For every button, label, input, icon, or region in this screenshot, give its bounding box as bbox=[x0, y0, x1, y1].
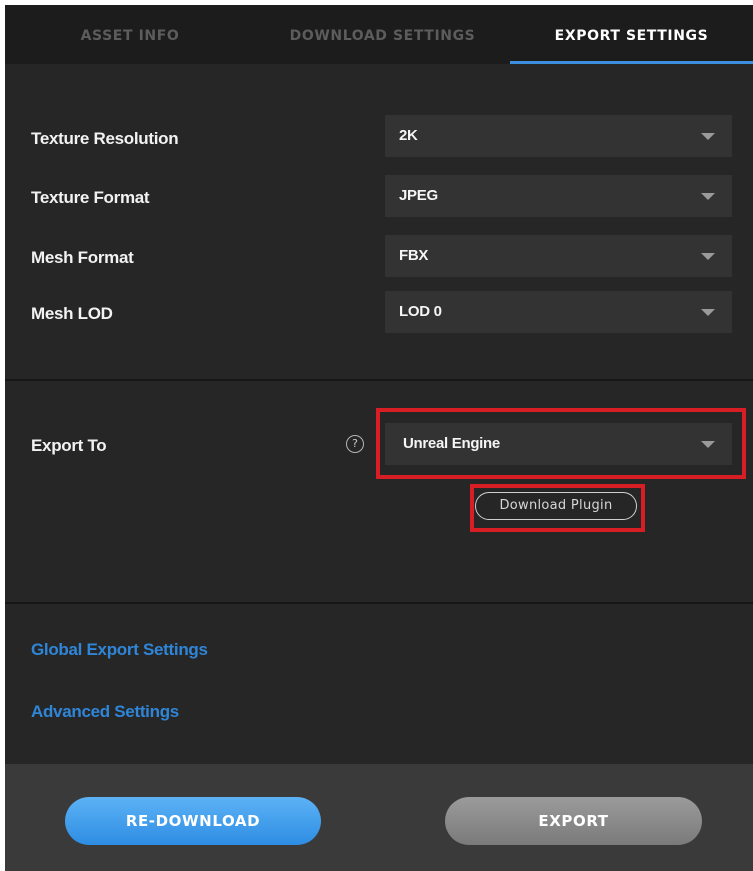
mesh-lod-dropdown[interactable]: LOD 0 bbox=[385, 291, 732, 333]
tab-bar: ASSET INFO DOWNLOAD SETTINGS EXPORT SETT… bbox=[5, 5, 753, 64]
mesh-lod-label: Mesh LOD bbox=[31, 304, 113, 323]
texture-resolution-label: Texture Resolution bbox=[31, 129, 179, 148]
mesh-lod-value: LOD 0 bbox=[399, 303, 442, 320]
export-to-highlight-box bbox=[376, 408, 746, 479]
export-settings-panel: ASSET INFO DOWNLOAD SETTINGS EXPORT SETT… bbox=[5, 5, 753, 871]
mesh-format-dropdown[interactable]: FBX bbox=[385, 235, 732, 277]
texture-format-value: JPEG bbox=[399, 187, 438, 204]
global-export-settings-link[interactable]: Global Export Settings bbox=[31, 640, 208, 660]
texture-format-dropdown[interactable]: JPEG bbox=[385, 175, 732, 217]
section-divider bbox=[5, 602, 753, 604]
help-icon[interactable]: ? bbox=[346, 435, 364, 453]
download-plugin-highlight-box bbox=[470, 484, 645, 532]
texture-resolution-value: 2K bbox=[399, 127, 418, 144]
export-to-label: Export To bbox=[31, 436, 107, 455]
chevron-down-icon bbox=[701, 309, 715, 316]
export-button[interactable]: EXPORT bbox=[445, 797, 702, 845]
texture-format-label: Texture Format bbox=[31, 188, 150, 207]
footer-bar: RE-DOWNLOAD EXPORT bbox=[5, 764, 753, 871]
texture-resolution-dropdown[interactable]: 2K bbox=[385, 115, 732, 157]
tab-download-settings[interactable]: DOWNLOAD SETTINGS bbox=[255, 5, 510, 64]
chevron-down-icon bbox=[701, 193, 715, 200]
section-divider bbox=[5, 379, 753, 381]
chevron-down-icon bbox=[701, 133, 715, 140]
active-tab-indicator bbox=[510, 61, 753, 64]
tab-export-settings[interactable]: EXPORT SETTINGS bbox=[510, 5, 753, 64]
mesh-format-value: FBX bbox=[399, 247, 429, 264]
re-download-button[interactable]: RE-DOWNLOAD bbox=[65, 797, 321, 845]
mesh-format-label: Mesh Format bbox=[31, 248, 134, 267]
chevron-down-icon bbox=[701, 253, 715, 260]
advanced-settings-link[interactable]: Advanced Settings bbox=[31, 702, 179, 722]
tab-asset-info[interactable]: ASSET INFO bbox=[5, 5, 255, 64]
